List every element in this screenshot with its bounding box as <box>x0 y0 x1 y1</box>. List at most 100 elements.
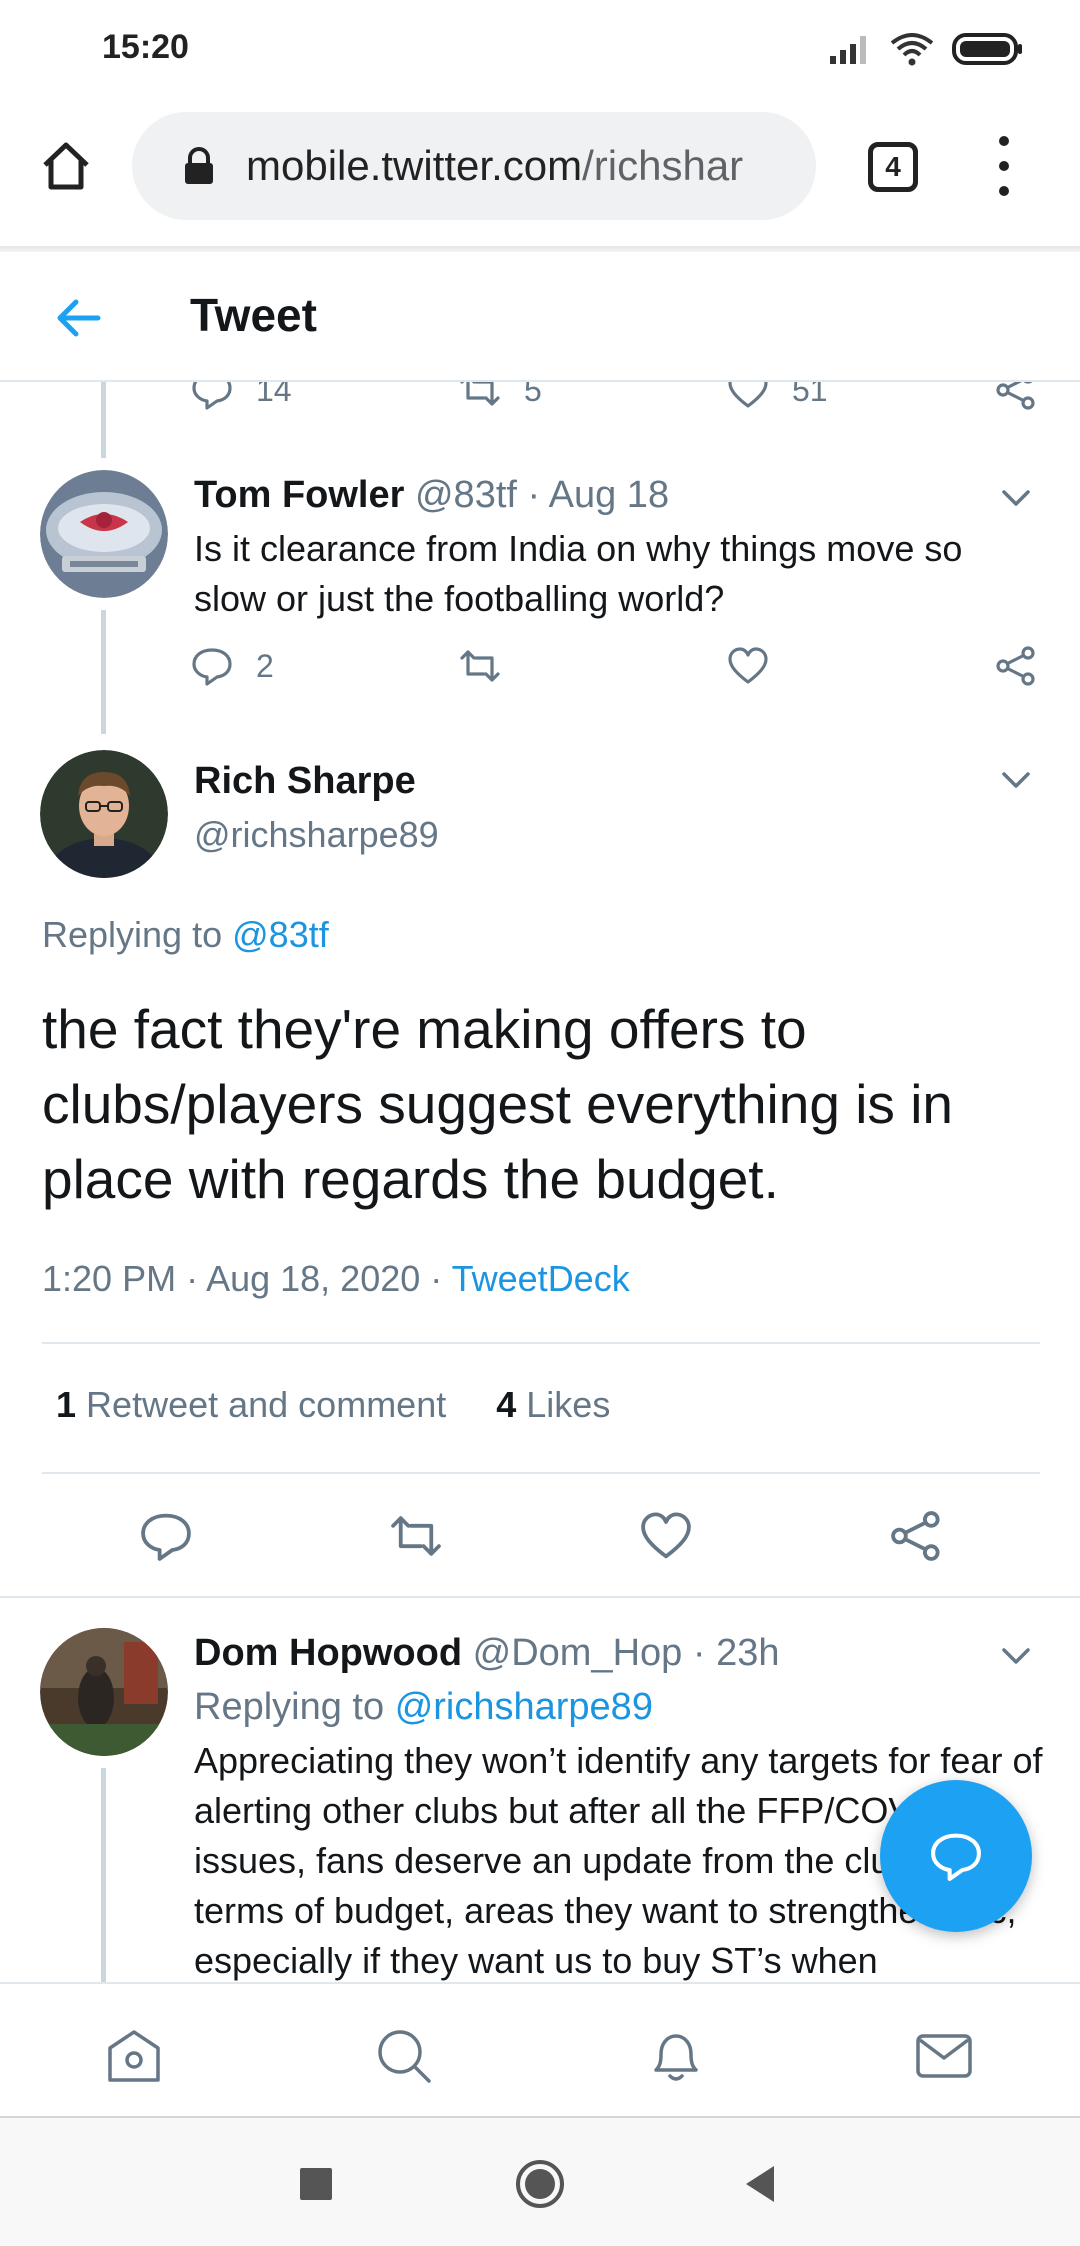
search-icon[interactable] <box>374 2026 434 2086</box>
reply-button[interactable]: 2 <box>190 644 274 688</box>
main-tweet-actions <box>0 1508 1080 1588</box>
tweet-source[interactable]: TweetDeck <box>452 1258 630 1299</box>
retweet-icon <box>460 650 500 682</box>
share-icon <box>996 382 1035 410</box>
like-button[interactable]: 51 <box>726 382 828 412</box>
home-icon[interactable] <box>104 2026 164 2086</box>
back-button[interactable] <box>50 290 106 346</box>
battery-icon <box>952 33 1022 65</box>
avatar-image <box>40 750 168 878</box>
browser-menu-button[interactable] <box>984 136 1024 196</box>
chevron-down-icon[interactable] <box>996 1636 1036 1676</box>
author-name[interactable]: Dom Hopwood <box>194 1632 462 1674</box>
browser-toolbar: mobile.twitter.com/richshar 4 <box>0 96 1080 256</box>
author-handle[interactable]: @Dom_Hop <box>473 1632 683 1674</box>
replying-to: Replying to @richsharpe89 <box>194 1686 653 1729</box>
divider <box>42 1342 1040 1344</box>
url-text: mobile.twitter.com/richshar <box>246 142 743 190</box>
heart-icon <box>728 647 768 684</box>
share-icon <box>996 646 1035 686</box>
thread-line <box>101 382 106 458</box>
menu-dot <box>999 186 1009 196</box>
retweet-icon <box>460 382 500 406</box>
tab-switcher-button[interactable]: 4 <box>868 142 918 192</box>
reply-button[interactable]: 14 <box>190 382 292 412</box>
meta-separator: · <box>430 1258 443 1299</box>
thread-line <box>101 1768 106 1982</box>
retweet-label: Retweet and comment <box>86 1384 447 1425</box>
chevron-down-icon[interactable] <box>996 760 1036 800</box>
tweet-text: Is it clearance from India on why things… <box>194 528 963 619</box>
author-handle[interactable]: @83tf <box>415 474 517 516</box>
heart-icon <box>728 382 768 408</box>
share-icon[interactable] <box>888 1508 944 1564</box>
share-button[interactable] <box>994 644 1038 688</box>
tweet-author-line: Tom Fowler @83tf · Aug 18 <box>194 474 669 517</box>
browser-home-button[interactable] <box>36 136 96 196</box>
android-nav-bar <box>0 2116 1080 2246</box>
like-button[interactable] <box>726 644 770 688</box>
tweet-author-line: Dom Hopwood @Dom_Hop · 23h <box>194 1632 779 1675</box>
recents-square-icon[interactable] <box>286 2154 346 2214</box>
compose-reply-button[interactable] <box>880 1780 1032 1932</box>
heart-icon[interactable] <box>638 1508 694 1564</box>
tweet-timestamp[interactable]: 1:20 PM · Aug 18, 2020 <box>42 1258 420 1299</box>
likes-stat[interactable]: 4 Likes <box>496 1384 610 1426</box>
messages-mail-icon[interactable] <box>914 2026 974 2086</box>
divider <box>42 1472 1040 1474</box>
status-icons <box>828 26 1024 72</box>
replying-to-label: Replying to <box>194 1686 385 1728</box>
url-host: mobile.twitter.com <box>246 142 583 189</box>
reply-icon <box>192 382 232 410</box>
thread-line <box>101 610 106 734</box>
wifi-icon <box>890 33 934 66</box>
reply-tweet-actions: 2 <box>190 644 1040 704</box>
replying-to-link[interactable]: @83tf <box>232 914 329 955</box>
menu-dot <box>999 161 1009 171</box>
page-title: Tweet <box>190 289 317 341</box>
share-button[interactable] <box>994 382 1038 412</box>
avatar[interactable] <box>40 750 168 878</box>
author-handle[interactable]: @richsharpe89 <box>194 814 439 856</box>
like-count: 4 <box>496 1384 517 1425</box>
divider <box>0 1596 1080 1598</box>
status-bar: 15:20 <box>0 0 1080 96</box>
reply-icon[interactable] <box>138 1508 194 1564</box>
tweet-date[interactable]: 23h <box>716 1632 779 1674</box>
reply-icon <box>192 648 232 686</box>
tweet-feed: 14 5 51 Tom Fowler @83tf · Aug 18 Is it … <box>0 382 1080 1982</box>
replying-to-link[interactable]: @richsharpe89 <box>395 1686 653 1728</box>
retweet-button[interactable]: 5 <box>458 382 542 412</box>
back-arrow-icon <box>57 299 101 337</box>
avatar[interactable] <box>40 470 168 598</box>
tweet-timestamp-line: 1:20 PM · Aug 18, 2020 · TweetDeck <box>42 1258 630 1300</box>
url-bar[interactable]: mobile.twitter.com/richshar <box>132 112 816 220</box>
reply-count: 2 <box>256 647 274 684</box>
home-circle-icon[interactable] <box>510 2154 570 2214</box>
retweet-icon[interactable] <box>388 1508 444 1564</box>
avatar-image <box>40 1628 168 1756</box>
home-icon <box>43 142 89 190</box>
author-name[interactable]: Tom Fowler <box>194 474 404 516</box>
url-path: /richshar <box>582 142 744 189</box>
prev-tweet-actions: 14 5 51 <box>190 382 1040 428</box>
back-triangle-icon[interactable] <box>732 2154 792 2214</box>
tweet-text: the fact they're making offers to clubs/… <box>42 998 954 1210</box>
retweet-count: 5 <box>524 382 542 408</box>
status-time: 15:20 <box>102 28 189 66</box>
author-name[interactable]: Rich Sharpe <box>194 760 416 803</box>
retweets-stat[interactable]: 1 Retweet and comment <box>56 1384 446 1426</box>
meta-separator: · <box>527 474 541 516</box>
like-count: 51 <box>792 382 828 408</box>
bottom-nav <box>0 1982 1080 2116</box>
tweet-date[interactable]: Aug 18 <box>549 474 669 516</box>
replying-to: Replying to @83tf <box>42 914 329 956</box>
reply-bubble-icon <box>931 1833 981 1881</box>
avatar[interactable] <box>40 1628 168 1756</box>
lock-icon <box>185 147 213 184</box>
retweet-button[interactable] <box>458 644 502 688</box>
notifications-bell-icon[interactable] <box>646 2026 706 2086</box>
chevron-down-icon[interactable] <box>996 478 1036 518</box>
replying-to-label: Replying to <box>42 914 223 955</box>
tweet-header: Tweet <box>0 252 1080 382</box>
